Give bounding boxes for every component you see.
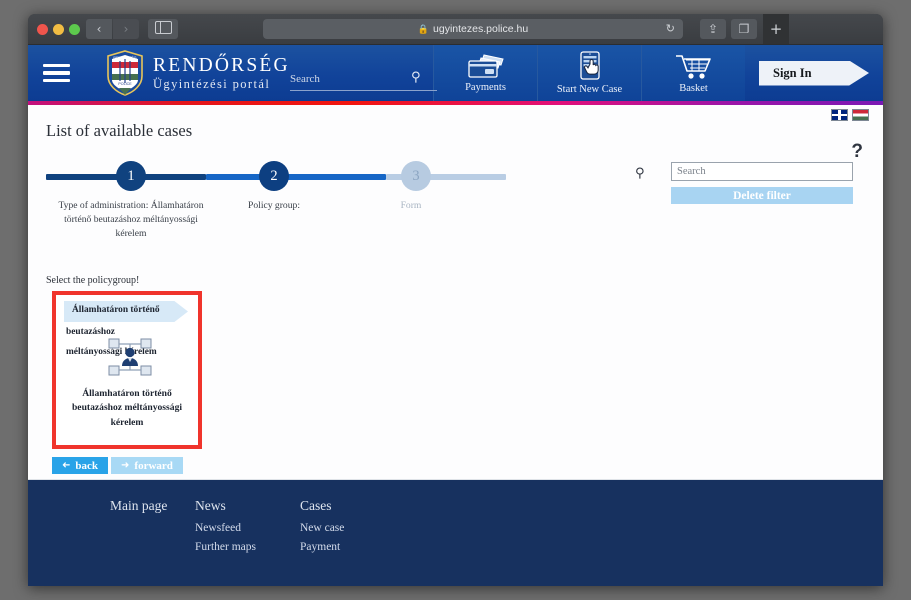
share-icon[interactable]: ⇪ [700,19,726,39]
step-circle-1[interactable]: 1 [116,161,146,191]
footer-heading[interactable]: News [195,498,300,514]
step-track-2 [206,174,386,180]
pagination-controls: ➜ back ➜ forward [52,457,183,474]
footer-link[interactable]: Further maps [195,541,300,553]
police-crest-icon: RENDŐRSÉG POLICE [106,50,144,96]
filter-panel: ⚲ Delete filter [635,161,853,204]
step-progress-indicator: 1 2 3 Type of administration: Államhatár… [46,161,506,239]
footer-link[interactable]: New case [300,522,410,534]
language-switcher [831,109,869,121]
english-flag-icon[interactable] [831,109,848,121]
brand-subtitle: Ügyintézési portál [153,77,271,91]
delete-filter-button[interactable]: Delete filter [671,187,853,204]
reload-icon[interactable]: ↻ [666,22,675,35]
wallet-payments-icon [467,54,504,78]
forward-button[interactable]: ➜ forward [111,457,183,474]
step-circle-3[interactable]: 3 [401,161,431,191]
help-icon[interactable]: ? [851,141,863,163]
policygroup-caption: Államhatáron történő beutazáshoz méltány… [71,388,183,428]
page-title: List of available cases [46,121,193,140]
forward-button-label: forward [134,459,173,472]
footer-column-news: News Newsfeed Further maps [195,498,300,586]
browser-back-button[interactable]: ‹ [86,19,112,39]
arrow-left-icon: ➜ [62,460,71,471]
shopping-cart-icon [675,55,711,79]
site-footer: Main page News Newsfeed Further maps Cas… [28,480,883,586]
policygroup-line-2: beutazáshoz [66,327,115,337]
policygroup-card-highlight[interactable]: Államhatáron történő beutazáshoz méltány… [52,291,202,449]
policygroup-card[interactable]: Államhatáron történő beutazáshoz méltány… [56,295,198,445]
nav-item-label: Start New Case [556,84,623,95]
brand-title: RENDŐRSÉG [153,54,290,76]
lock-icon: 🔒 [417,23,430,34]
window-close-button[interactable] [37,24,48,35]
footer-link[interactable]: Newsfeed [195,522,300,534]
org-hierarchy-icon [108,337,152,377]
header-nav: Payments Start New Case Basket [433,45,745,101]
arrow-right-icon: ➜ [121,460,130,471]
hamburger-menu-icon[interactable] [28,45,84,101]
step-label-3: Form [400,200,422,211]
step-label-2: Policy group: [248,200,300,211]
new-case-tablet-icon [579,51,600,80]
nav-item-basket[interactable]: Basket [641,45,745,101]
nav-item-label: Basket [679,83,708,94]
step-circle-2[interactable]: 2 [259,161,289,191]
svg-text:RENDŐRSÉG: RENDŐRSÉG [113,55,136,60]
footer-heading[interactable]: Cases [300,498,410,514]
footer-column-main: Main page [110,498,195,586]
back-button-label: back [75,459,99,472]
browser-forward-button[interactable]: › [113,19,139,39]
window-maximize-button[interactable] [69,24,80,35]
browser-window: ‹ › 🔒 ugyintezes.police.hu ↻ ⇪ ❐ + RENDŐ… [28,14,883,586]
address-bar[interactable]: 🔒 ugyintezes.police.hu ↻ [263,19,683,39]
header-search-placeholder: Search [290,73,320,85]
site-brand[interactable]: RENDŐRSÉG POLICE RENDŐRSÉG Ügyintézési p… [84,45,290,101]
policygroup-ribbon-text: Államhatáron történő [72,305,160,315]
search-icon[interactable]: ⚲ [411,70,421,85]
hungarian-flag-icon[interactable] [852,109,869,121]
nav-item-label: Payments [465,82,506,93]
sidebar-toggle-icon[interactable] [148,19,178,39]
url-text: ugyintezes.police.hu [433,23,529,35]
nav-item-payments[interactable]: Payments [433,45,537,101]
new-tab-button[interactable]: + [763,14,789,44]
footer-heading[interactable]: Main page [110,498,195,514]
search-input[interactable] [671,162,853,181]
back-button[interactable]: ➜ back [52,457,109,474]
footer-link[interactable]: Payment [300,541,410,553]
sign-in-button[interactable]: Sign In [759,60,869,86]
window-minimize-button[interactable] [53,24,64,35]
step-label-1: Type of administration: Államhatáron tör… [58,200,204,239]
browser-toolbar: ‹ › 🔒 ugyintezes.police.hu ↻ ⇪ ❐ + [28,14,883,45]
footer-column-cases: Cases New case Payment [300,498,410,586]
main-content: List of available cases ? 1 2 3 Type of … [28,105,883,563]
nav-item-start-new-case[interactable]: Start New Case [537,45,641,101]
svg-text:POLICE: POLICE [118,82,132,86]
header-search-input[interactable]: Search [290,69,437,91]
desktop-background: ‹ › 🔒 ugyintezes.police.hu ↻ ⇪ ❐ + RENDŐ… [0,0,911,600]
tabs-overview-icon[interactable]: ❐ [731,19,757,39]
site-header: RENDŐRSÉG POLICE RENDŐRSÉG Ügyintézési p… [28,45,883,101]
page-viewport: RENDŐRSÉG POLICE RENDŐRSÉG Ügyintézési p… [28,45,883,586]
search-icon[interactable]: ⚲ [635,166,645,181]
policygroup-ribbon: Államhatáron történő [64,301,188,322]
policygroup-hint: Select the policygroup! [46,275,140,286]
